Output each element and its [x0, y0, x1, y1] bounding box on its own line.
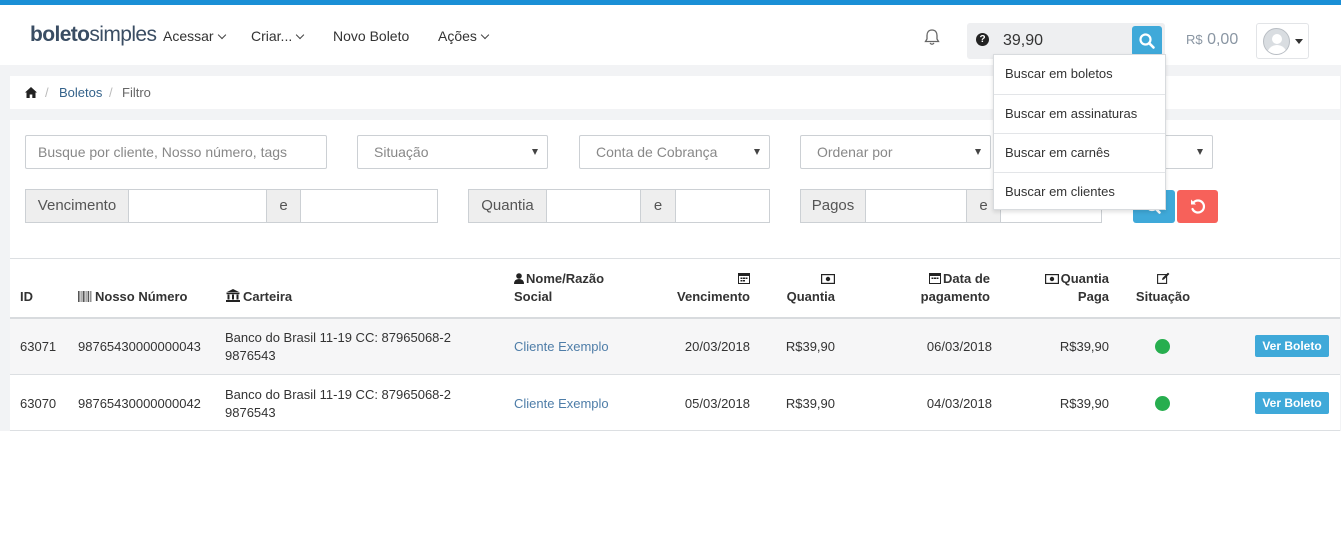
nav-criar[interactable]: Criar... — [251, 27, 305, 45]
calendar-icon — [738, 273, 750, 284]
vencimento-and-label: e — [266, 189, 301, 223]
row-quantia: R$39,90 — [785, 339, 835, 354]
nav-acessar[interactable]: Acessar — [163, 27, 226, 45]
user-menu-button[interactable] — [1256, 23, 1309, 59]
boletos-table: ID Nosso Número Carteira Nome/Razão Socia… — [10, 258, 1340, 431]
row-cliente-link[interactable]: Cliente Exemplo — [514, 338, 609, 356]
search-button[interactable] — [1132, 26, 1162, 56]
bank-icon — [226, 289, 240, 302]
home-icon[interactable] — [25, 87, 37, 98]
row-carteira: Banco do Brasil 11-19 CC: 87965068-2 9876… — [225, 387, 451, 420]
caret-down-icon — [1295, 39, 1303, 44]
logo[interactable]: boletosimples — [30, 24, 157, 46]
row-id: 63071 — [20, 339, 57, 354]
chevron-down-icon — [480, 30, 490, 40]
breadcrumb-current: Filtro — [122, 85, 151, 100]
status-paid-icon — [1155, 396, 1170, 411]
col-situacao[interactable]: Situação — [1130, 270, 1196, 306]
calendar-icon — [929, 273, 942, 284]
chevron-down-icon — [295, 30, 305, 40]
row-data-pagamento: 04/03/2018 — [926, 396, 992, 411]
row-cliente-link[interactable]: Cliente Exemplo — [514, 395, 609, 413]
quantia-to-input[interactable] — [675, 189, 770, 223]
search-scope-carnes[interactable]: Buscar em carnês — [994, 133, 1165, 172]
barcode-icon — [78, 291, 92, 302]
nav-acoes[interactable]: Ações — [438, 27, 490, 45]
row-nosso-numero: 98765430000000042 — [78, 396, 201, 411]
col-vencimento[interactable]: Vencimento — [650, 270, 750, 306]
row-nosso-numero: 98765430000000043 — [78, 339, 201, 354]
money-icon — [1044, 274, 1059, 285]
col-nome[interactable]: Nome/Razão Social — [514, 270, 604, 306]
pagos-from-input[interactable] — [865, 189, 967, 223]
query-filter-input[interactable]: Busque por cliente, Nosso número, tags — [25, 135, 327, 169]
row-id: 63070 — [20, 396, 57, 411]
row-quantia: R$39,90 — [785, 396, 835, 411]
row-vencimento: 05/03/2018 — [684, 396, 750, 411]
col-quantia-paga[interactable]: Quantia Paga — [1010, 270, 1109, 306]
col-quantia[interactable]: Quantia — [755, 270, 836, 306]
row-quantia-paga: R$39,90 — [1059, 339, 1109, 354]
page-bottom-area — [0, 431, 1341, 545]
undo-icon — [1191, 199, 1205, 214]
pagos-label: Pagos — [800, 189, 866, 223]
col-nosso-numero[interactable]: Nosso Número — [78, 288, 187, 306]
conta-cobranca-select[interactable]: Conta de Cobrança — [579, 135, 770, 169]
status-paid-icon — [1155, 339, 1170, 354]
search-scope-dropdown: Buscar em boletos Buscar em assinaturas … — [993, 54, 1166, 210]
ver-boleto-button[interactable]: Ver Boleto — [1255, 392, 1329, 414]
col-carteira[interactable]: Carteira — [226, 288, 292, 306]
search-scope-boletos[interactable]: Buscar em boletos — [994, 55, 1165, 94]
search-scope-clientes[interactable]: Buscar em clientes — [994, 172, 1165, 211]
bell-icon[interactable] — [922, 27, 942, 47]
search-input[interactable] — [995, 26, 1127, 56]
help-icon[interactable]: ? — [976, 33, 989, 46]
table-row[interactable]: 63071 98765430000000043 Banco do Brasil … — [10, 317, 1340, 374]
account-balance: R$ 0,00 — [1186, 31, 1239, 48]
user-icon — [514, 273, 524, 284]
row-data-pagamento: 06/03/2018 — [926, 339, 992, 354]
avatar — [1263, 28, 1290, 55]
vencimento-label: Vencimento — [25, 189, 129, 223]
col-id[interactable]: ID — [20, 288, 33, 306]
quantia-label: Quantia — [468, 189, 547, 223]
edit-icon — [1156, 272, 1169, 284]
row-vencimento: 20/03/2018 — [684, 339, 750, 354]
breadcrumb-boletos[interactable]: Boletos — [59, 85, 102, 100]
chevron-down-icon — [217, 30, 226, 40]
breadcrumb-separator: / — [45, 85, 49, 100]
situacao-select[interactable]: Situação — [357, 135, 548, 169]
breadcrumb-separator: / — [109, 85, 113, 100]
vencimento-from-input[interactable] — [128, 189, 267, 223]
row-carteira: Banco do Brasil 11-19 CC: 87965068-2 9876… — [225, 330, 451, 363]
reset-filters-button[interactable] — [1177, 190, 1218, 223]
ver-boleto-button[interactable]: Ver Boleto — [1255, 335, 1329, 357]
quantia-from-input[interactable] — [546, 189, 641, 223]
search-scope-assinaturas[interactable]: Buscar em assinaturas — [994, 94, 1165, 133]
ordenar-select[interactable]: Ordenar por — [800, 135, 991, 169]
search-icon — [1139, 33, 1155, 49]
table-row[interactable]: 63070 98765430000000042 Banco do Brasil … — [10, 374, 1340, 431]
quantia-and-label: e — [640, 189, 676, 223]
row-quantia-paga: R$39,90 — [1059, 396, 1109, 411]
col-data-pagamento[interactable]: Data de pagamento — [890, 270, 990, 306]
money-icon — [821, 274, 836, 285]
vencimento-to-input[interactable] — [300, 189, 438, 223]
nav-novo-boleto[interactable]: Novo Boleto — [333, 27, 409, 45]
